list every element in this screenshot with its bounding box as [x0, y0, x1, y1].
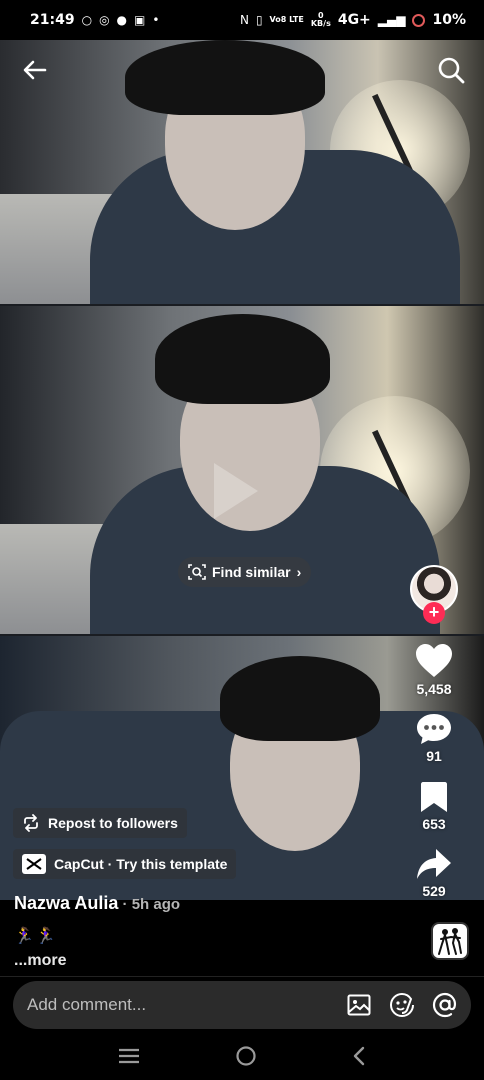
repost-label: Repost to followers	[48, 815, 178, 831]
chevron-right-icon: ›	[296, 564, 302, 580]
back-arrow-icon[interactable]	[20, 55, 50, 85]
vibrate-icon: ▯	[255, 13, 263, 27]
share-arrow-icon	[417, 849, 451, 879]
image-icon	[347, 994, 371, 1016]
nfc-icon: N	[239, 13, 249, 27]
sound-disc-button[interactable]	[431, 922, 469, 960]
system-navigation-bar	[0, 1032, 484, 1080]
find-similar-label: Find similar	[212, 564, 291, 580]
comment-input[interactable]	[27, 995, 330, 1015]
home-icon[interactable]	[235, 1045, 257, 1067]
hair	[125, 40, 325, 115]
repost-to-followers-button[interactable]: Repost to followers	[13, 808, 187, 838]
search-icon[interactable]	[436, 55, 466, 85]
hair	[155, 314, 330, 404]
mention-button[interactable]	[431, 991, 459, 1019]
heart-icon	[416, 644, 452, 677]
repost-icon	[24, 814, 38, 832]
save-button[interactable]: 653	[384, 780, 484, 832]
capcut-icon	[22, 854, 46, 874]
network-type: 4G+	[337, 12, 371, 28]
signal-icon: ▂▄▆	[377, 13, 406, 27]
speed-unit: KB/s	[310, 19, 331, 28]
bookmark-icon	[421, 782, 447, 812]
comment-button[interactable]: 91	[384, 712, 484, 764]
comment-bubble-icon	[417, 714, 451, 744]
battery-level: 10%	[432, 12, 466, 28]
status-right: N ▯ Vo8 LTE 0 KB/s 4G+ ▂▄▆ 10%	[239, 12, 466, 29]
share-button[interactable]: 529	[384, 847, 484, 899]
author-name[interactable]: Nazwa Aulia	[14, 893, 118, 913]
divider	[0, 976, 484, 977]
back-nav-icon[interactable]	[352, 1046, 366, 1066]
like-button[interactable]: 5,458	[384, 643, 484, 697]
instagram-icon: ▣	[134, 13, 146, 27]
video-frame-1	[0, 40, 484, 304]
creator-avatar-group: +	[410, 565, 458, 624]
status-left: 21:49 ○ ◎ ● ▣ •	[30, 12, 159, 28]
save-count: 653	[422, 816, 446, 832]
caption-emoji: 🏃‍♀️🏃‍♀️	[14, 928, 58, 945]
author-line: Nazwa Aulia · 5h ago	[14, 893, 414, 914]
network-speed: 0 KB/s	[311, 12, 331, 28]
battery-icon	[412, 13, 426, 27]
status-time: 21:49	[30, 12, 75, 28]
comment-count: 91	[426, 748, 442, 764]
post-time: · 5h ago	[118, 896, 181, 913]
follow-plus-button[interactable]: +	[423, 602, 445, 624]
capcut-template-button[interactable]: CapCut · Try this template	[13, 849, 237, 879]
whatsapp-icon: ◎	[99, 13, 110, 27]
chat-icon: ●	[116, 13, 128, 27]
emoji-button[interactable]	[388, 991, 416, 1019]
dancers-sound-icon	[438, 928, 462, 955]
image-button[interactable]	[345, 991, 373, 1019]
emoji-icon	[390, 992, 414, 1017]
hair	[220, 656, 380, 741]
video-caption: Nazwa Aulia · 5h ago 🏃‍♀️🏃‍♀️ ...more	[14, 893, 414, 970]
status-bar: 21:49 ○ ◎ ● ▣ • N ▯ Vo8 LTE 0 KB/s 4G+ ▂▄…	[0, 0, 484, 40]
volte-indicator: Vo8 LTE	[269, 15, 304, 24]
recents-icon[interactable]	[118, 1048, 140, 1064]
capcut-label: CapCut · Try this template	[54, 856, 228, 872]
circle-notification-icon: ○	[81, 13, 93, 27]
like-count: 5,458	[416, 681, 452, 697]
more-link[interactable]: ...more	[14, 952, 414, 970]
comment-bar	[13, 981, 471, 1029]
scan-search-icon	[188, 564, 206, 580]
more-notifications-icon: •	[152, 13, 160, 27]
find-similar-button[interactable]: Find similar ›	[178, 557, 312, 587]
mention-icon	[432, 992, 457, 1018]
play-indicator-icon	[214, 463, 258, 519]
